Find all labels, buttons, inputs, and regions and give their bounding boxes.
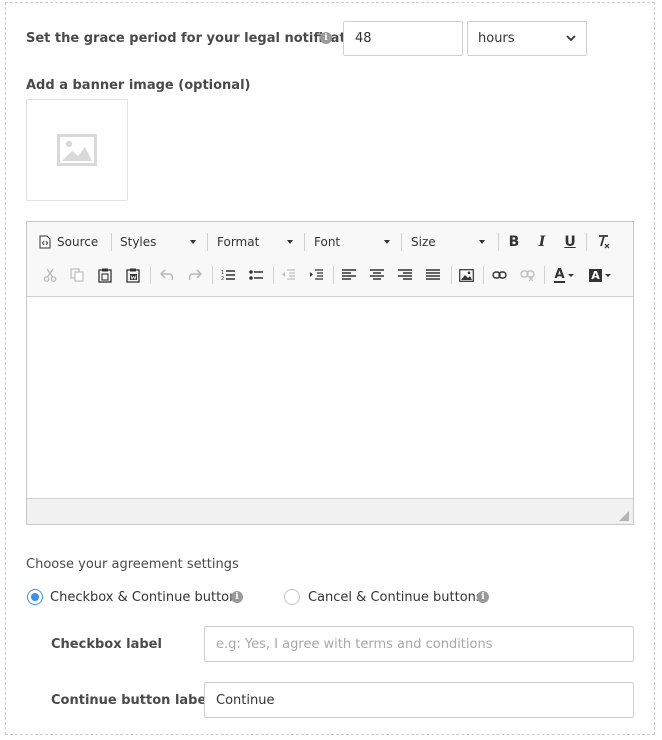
- bold-button[interactable]: B: [505, 231, 523, 253]
- toolbar-separator: [498, 233, 499, 251]
- align-center-icon: [370, 269, 384, 280]
- toolbar-separator: [304, 233, 305, 251]
- scissors-icon: [43, 268, 57, 282]
- banner-label: Add a banner image (optional): [26, 78, 251, 93]
- editor-status-bar: [27, 498, 633, 524]
- resize-handle-icon[interactable]: [619, 511, 629, 521]
- align-left-icon: [342, 269, 356, 280]
- paste-from-word-button[interactable]: [124, 264, 142, 286]
- align-right-button[interactable]: [395, 264, 415, 286]
- banner-upload[interactable]: [26, 99, 128, 201]
- toolbar-separator: [150, 266, 151, 284]
- italic-button[interactable]: I: [533, 231, 551, 253]
- format-label: Format: [217, 235, 260, 249]
- underline-button[interactable]: U: [561, 231, 579, 253]
- toolbar-separator: [544, 266, 545, 284]
- undo-icon: [160, 269, 174, 281]
- indent-button[interactable]: [306, 264, 326, 286]
- indent-icon: [310, 269, 323, 280]
- caret-down-icon: [567, 273, 574, 277]
- radio-checkbox-continue-label[interactable]: Checkbox & Continue button: [50, 590, 237, 605]
- svg-text:2: 2: [221, 276, 224, 281]
- align-center-button[interactable]: [367, 264, 387, 286]
- numbered-list-button[interactable]: 12: [218, 264, 238, 286]
- justify-button[interactable]: [423, 264, 443, 286]
- continue-button-label-input[interactable]: Continue: [204, 682, 634, 718]
- image-placeholder-icon: [57, 134, 97, 166]
- paste-icon: [98, 268, 112, 283]
- align-left-button[interactable]: [339, 264, 359, 286]
- source-icon: [39, 235, 51, 249]
- caret-down-icon: [604, 273, 611, 277]
- styles-combo[interactable]: Styles: [120, 231, 200, 253]
- styles-label: Styles: [120, 235, 157, 249]
- size-combo[interactable]: Size: [411, 231, 489, 253]
- font-label: Font: [314, 235, 341, 249]
- info-icon[interactable]: i: [231, 591, 243, 603]
- remove-format-icon: [599, 235, 610, 249]
- chevron-down-icon: [566, 35, 576, 42]
- toolbar-separator: [212, 266, 213, 284]
- caret-down-icon: [479, 240, 485, 244]
- redo-button[interactable]: [185, 264, 205, 286]
- rich-text-editor: Source Styles Format Font Size B I U 1 2…: [26, 221, 634, 525]
- paste-word-icon: [126, 268, 140, 283]
- caret-down-icon: [190, 240, 196, 244]
- toolbar-separator: [451, 266, 452, 284]
- continue-button-label-label: Continue button label: [51, 693, 211, 708]
- link-icon: [491, 271, 507, 279]
- radio-cancel-continue[interactable]: [284, 589, 300, 605]
- caret-down-icon: [384, 240, 390, 244]
- info-icon[interactable]: i: [477, 591, 489, 603]
- grace-period-label: Set the grace period for your legal noti…: [26, 31, 369, 46]
- grace-unit-value: hours: [478, 31, 515, 46]
- link-button[interactable]: [489, 264, 509, 286]
- unlink-icon: [519, 270, 535, 281]
- text-color-button[interactable]: A: [551, 264, 577, 286]
- format-combo[interactable]: Format: [217, 231, 297, 253]
- bulleted-list-button[interactable]: [246, 264, 266, 286]
- agreement-heading: Choose your agreement settings: [26, 557, 239, 572]
- toolbar-separator: [207, 233, 208, 251]
- size-label: Size: [411, 235, 436, 249]
- editor-toolbar: Source Styles Format Font Size B I U 1 2…: [27, 222, 633, 297]
- checkbox-label-input[interactable]: e.g: Yes, I agree with terms and conditi…: [204, 626, 634, 662]
- insert-image-button[interactable]: [456, 264, 476, 286]
- background-color-button[interactable]: A: [586, 264, 614, 286]
- toolbar-separator: [333, 266, 334, 284]
- info-icon[interactable]: i: [320, 32, 332, 44]
- source-button[interactable]: Source: [39, 231, 101, 253]
- grace-period-input[interactable]: 48: [343, 21, 463, 56]
- outdent-icon: [282, 269, 295, 280]
- copy-icon: [70, 268, 84, 282]
- bg-color-icon: A: [589, 268, 602, 282]
- source-label: Source: [57, 235, 99, 249]
- radio-cancel-continue-label[interactable]: Cancel & Continue buttons: [308, 590, 483, 605]
- toolbar-separator: [111, 233, 112, 251]
- toolbar-separator: [586, 233, 587, 251]
- unlink-button[interactable]: [517, 264, 537, 286]
- cut-button[interactable]: [41, 264, 59, 286]
- caret-down-icon: [287, 240, 293, 244]
- remove-format-button[interactable]: [593, 231, 613, 253]
- redo-icon: [188, 269, 202, 281]
- outdent-button[interactable]: [278, 264, 298, 286]
- text-color-icon: A: [554, 266, 565, 283]
- toolbar-separator: [483, 266, 484, 284]
- grace-unit-select[interactable]: hours: [467, 21, 587, 56]
- radio-checkbox-continue[interactable]: [27, 589, 43, 605]
- toolbar-separator: [273, 266, 274, 284]
- toolbar-separator: [401, 233, 402, 251]
- copy-button[interactable]: [68, 264, 86, 286]
- checkbox-label-label: Checkbox label: [51, 637, 162, 652]
- font-combo[interactable]: Font: [314, 231, 394, 253]
- image-icon: [458, 268, 474, 282]
- undo-button[interactable]: [157, 264, 177, 286]
- bulleted-list-icon: [249, 270, 263, 280]
- align-right-icon: [398, 269, 412, 280]
- numbered-list-icon: 12: [221, 270, 235, 281]
- align-justify-icon: [426, 269, 440, 280]
- paste-button[interactable]: [96, 264, 114, 286]
- editor-content-area[interactable]: [27, 297, 633, 498]
